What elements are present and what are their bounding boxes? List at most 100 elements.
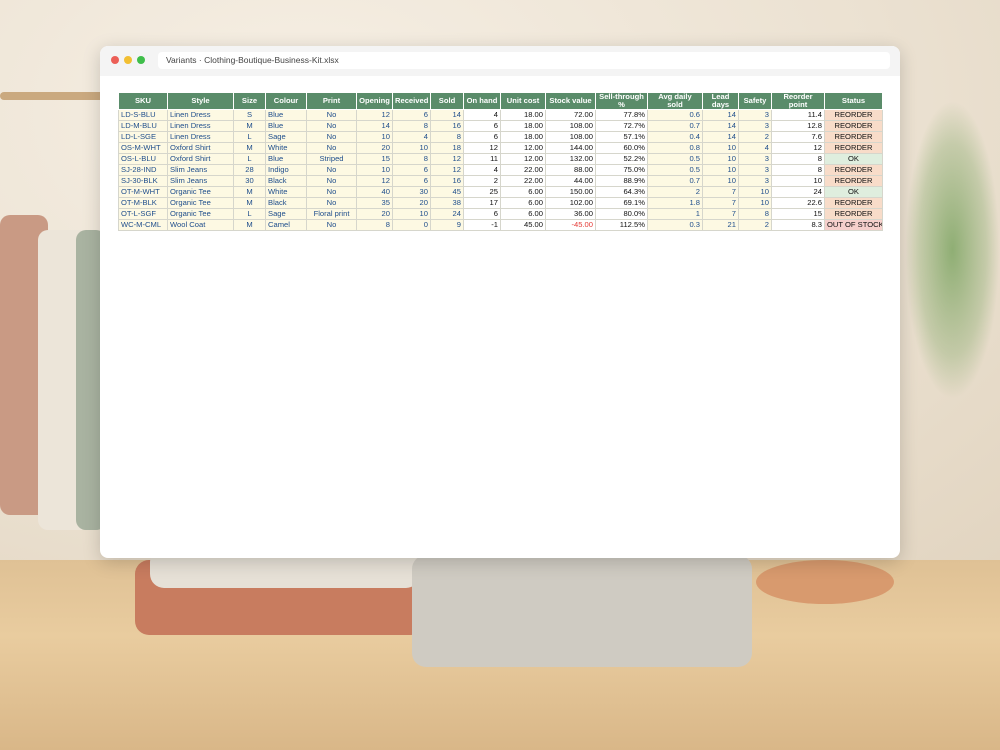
cell-lead-days[interactable]: 10	[702, 164, 739, 176]
cell-print[interactable]: No	[306, 186, 357, 198]
cell-unit-cost[interactable]: 45.00	[500, 219, 546, 231]
cell-status[interactable]: REORDER	[824, 208, 883, 220]
cell-status[interactable]: OUT OF STOCK	[824, 219, 883, 231]
cell-print[interactable]: Floral print	[306, 208, 357, 220]
cell-style[interactable]: Slim Jeans	[167, 164, 234, 176]
cell-size[interactable]: M	[233, 142, 266, 154]
cell-reorder-point[interactable]: 15	[771, 208, 825, 220]
cell-avg-daily-sold[interactable]: 0.3	[647, 219, 703, 231]
column-header-received[interactable]: Received	[392, 92, 431, 110]
cell-print[interactable]: No	[306, 197, 357, 209]
cell-sold[interactable]: 24	[430, 208, 464, 220]
cell-print[interactable]: No	[306, 219, 357, 231]
cell-stock-value[interactable]: 132.00	[545, 153, 596, 165]
cell-sku[interactable]: OT-L-SGF	[118, 208, 168, 220]
cell-lead-days[interactable]: 14	[702, 120, 739, 132]
column-header-lead-days[interactable]: Lead days	[702, 92, 739, 110]
cell-reorder-point[interactable]: 7.6	[771, 131, 825, 143]
cell-opening[interactable]: 14	[356, 120, 393, 132]
cell-safety[interactable]: 2	[738, 219, 772, 231]
cell-opening[interactable]: 8	[356, 219, 393, 231]
cell-status[interactable]: REORDER	[824, 142, 883, 154]
cell-stock-value[interactable]: 108.00	[545, 131, 596, 143]
cell-size[interactable]: L	[233, 208, 266, 220]
cell-safety[interactable]: 3	[738, 109, 772, 121]
cell-size[interactable]: 28	[233, 164, 266, 176]
cell-unit-cost[interactable]: 6.00	[500, 208, 546, 220]
cell-colour[interactable]: Blue	[265, 120, 307, 132]
cell-lead-days[interactable]: 7	[702, 197, 739, 209]
cell-stock-value[interactable]: 88.00	[545, 164, 596, 176]
cell-sku[interactable]: WC-M-CML	[118, 219, 168, 231]
column-header-on-hand[interactable]: On hand	[463, 92, 501, 110]
cell-colour[interactable]: White	[265, 142, 307, 154]
cell-reorder-point[interactable]: 22.6	[771, 197, 825, 209]
cell-status[interactable]: REORDER	[824, 164, 883, 176]
cell-sell-through[interactable]: 77.8%	[595, 109, 648, 121]
cell-style[interactable]: Slim Jeans	[167, 175, 234, 187]
cell-unit-cost[interactable]: 22.00	[500, 164, 546, 176]
cell-print[interactable]: No	[306, 120, 357, 132]
cell-status[interactable]: REORDER	[824, 109, 883, 121]
cell-style[interactable]: Organic Tee	[167, 186, 234, 198]
cell-unit-cost[interactable]: 18.00	[500, 109, 546, 121]
cell-sold[interactable]: 12	[430, 164, 464, 176]
cell-style[interactable]: Oxford Shirt	[167, 153, 234, 165]
cell-unit-cost[interactable]: 12.00	[500, 142, 546, 154]
cell-reorder-point[interactable]: 8	[771, 164, 825, 176]
cell-sell-through[interactable]: 112.5%	[595, 219, 648, 231]
column-header-safety[interactable]: Safety	[738, 92, 772, 110]
cell-print[interactable]: No	[306, 131, 357, 143]
cell-avg-daily-sold[interactable]: 0.6	[647, 109, 703, 121]
cell-lead-days[interactable]: 10	[702, 142, 739, 154]
cell-received[interactable]: 0	[392, 219, 431, 231]
maximize-button[interactable]	[137, 56, 145, 64]
cell-lead-days[interactable]: 14	[702, 131, 739, 143]
cell-on-hand[interactable]: 17	[463, 197, 501, 209]
cell-sold[interactable]: 14	[430, 109, 464, 121]
cell-lead-days[interactable]: 7	[702, 208, 739, 220]
column-header-style[interactable]: Style	[167, 92, 234, 110]
cell-size[interactable]: L	[233, 153, 266, 165]
cell-opening[interactable]: 40	[356, 186, 393, 198]
cell-colour[interactable]: Camel	[265, 219, 307, 231]
cell-style[interactable]: Linen Dress	[167, 131, 234, 143]
cell-avg-daily-sold[interactable]: 0.7	[647, 120, 703, 132]
cell-sold[interactable]: 9	[430, 219, 464, 231]
cell-stock-value[interactable]: 150.00	[545, 186, 596, 198]
cell-sku[interactable]: LD-S-BLU	[118, 109, 168, 121]
cell-on-hand[interactable]: 12	[463, 142, 501, 154]
cell-lead-days[interactable]: 21	[702, 219, 739, 231]
cell-status[interactable]: OK	[824, 186, 883, 198]
cell-avg-daily-sold[interactable]: 0.7	[647, 175, 703, 187]
close-button[interactable]	[111, 56, 119, 64]
cell-on-hand[interactable]: 6	[463, 208, 501, 220]
cell-received[interactable]: 6	[392, 109, 431, 121]
cell-size[interactable]: M	[233, 219, 266, 231]
cell-status[interactable]: REORDER	[824, 175, 883, 187]
cell-stock-value[interactable]: 144.00	[545, 142, 596, 154]
cell-colour[interactable]: Sage	[265, 131, 307, 143]
cell-opening[interactable]: 35	[356, 197, 393, 209]
cell-sku[interactable]: OS-M-WHT	[118, 142, 168, 154]
cell-colour[interactable]: Blue	[265, 109, 307, 121]
cell-colour[interactable]: Black	[265, 197, 307, 209]
cell-reorder-point[interactable]: 10	[771, 175, 825, 187]
cell-stock-value[interactable]: -45.00	[545, 219, 596, 231]
cell-sell-through[interactable]: 57.1%	[595, 131, 648, 143]
cell-size[interactable]: 30	[233, 175, 266, 187]
cell-sell-through[interactable]: 72.7%	[595, 120, 648, 132]
column-header-sku[interactable]: SKU	[118, 92, 168, 110]
cell-sku[interactable]: LD-M-BLU	[118, 120, 168, 132]
cell-safety[interactable]: 10	[738, 197, 772, 209]
cell-received[interactable]: 6	[392, 175, 431, 187]
cell-sku[interactable]: SJ-30-BLK	[118, 175, 168, 187]
cell-avg-daily-sold[interactable]: 2	[647, 186, 703, 198]
cell-received[interactable]: 8	[392, 153, 431, 165]
cell-reorder-point[interactable]: 12.8	[771, 120, 825, 132]
cell-lead-days[interactable]: 10	[702, 153, 739, 165]
cell-avg-daily-sold[interactable]: 0.5	[647, 153, 703, 165]
cell-status[interactable]: REORDER	[824, 197, 883, 209]
cell-lead-days[interactable]: 14	[702, 109, 739, 121]
cell-style[interactable]: Linen Dress	[167, 120, 234, 132]
